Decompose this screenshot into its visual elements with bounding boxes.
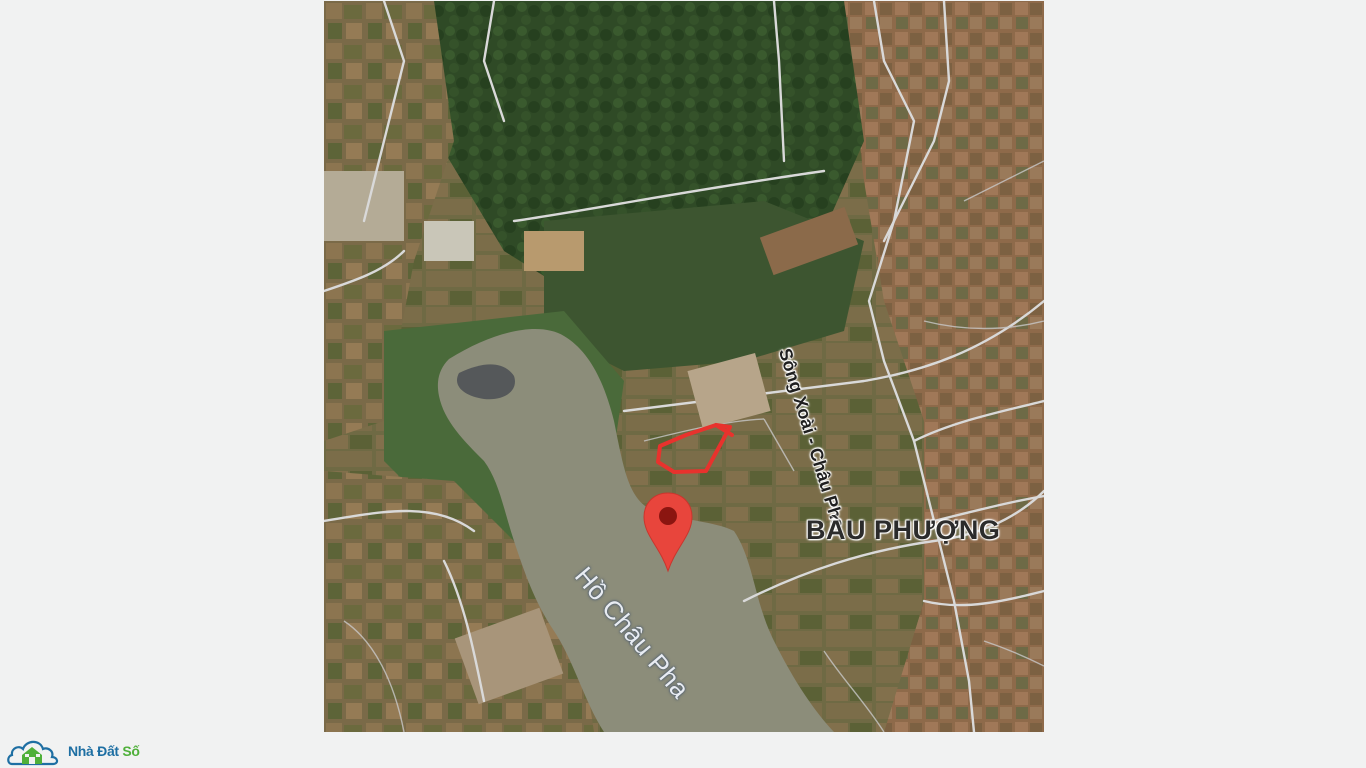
brand-logo: Nhà Đất Số	[6, 734, 140, 768]
brand-name-part2: Số	[122, 743, 140, 759]
page: Sông Xoài - Châu Pha BÀU PHƯỢNG Hồ Châu …	[0, 0, 1366, 768]
brand-name-part1: Nhà Đất	[68, 743, 123, 759]
satellite-map[interactable]: Sông Xoài - Châu Pha BÀU PHƯỢNG Hồ Châu …	[324, 1, 1044, 732]
brand-name: Nhà Đất Số	[68, 743, 140, 759]
house-cloud-icon	[7, 740, 59, 766]
location-pin-icon[interactable]	[642, 491, 694, 573]
satellite-imagery	[324, 1, 1044, 732]
area-label: BÀU PHƯỢNG	[806, 515, 1001, 545]
